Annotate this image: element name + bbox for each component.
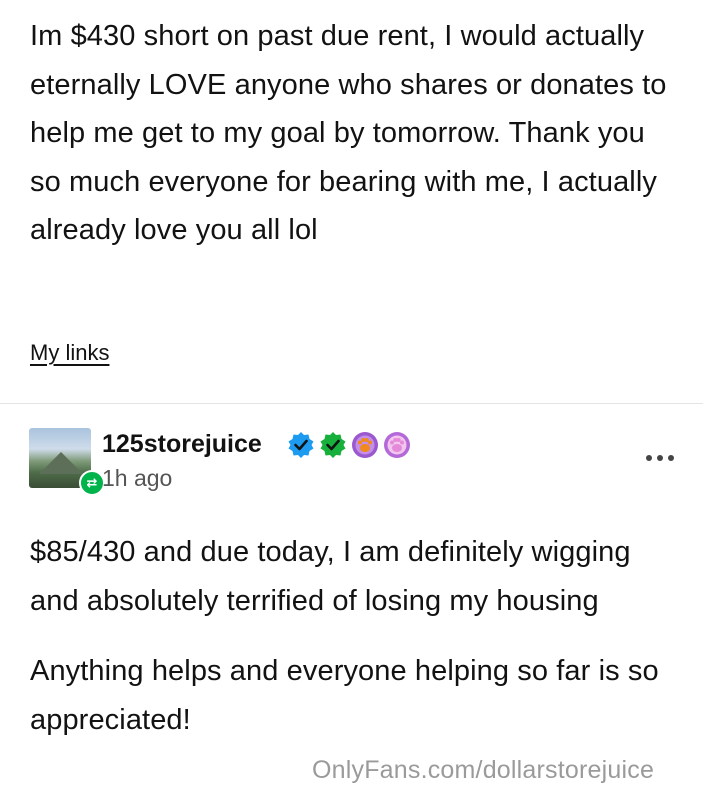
post-page: Im $430 short on past due rent, I would … xyxy=(0,0,703,800)
my-links-link[interactable]: My links xyxy=(30,340,109,366)
post-body-text: Im $430 short on past due rent, I would … xyxy=(30,20,667,246)
post-timestamp: 1h ago xyxy=(102,465,173,491)
verified-blue-check-icon[interactable] xyxy=(287,431,315,459)
verified-green-check-icon[interactable] xyxy=(319,431,347,459)
reblog-paragraph-2: Anything helps and everyone helping so f… xyxy=(30,655,659,736)
avatar-mountain-shape xyxy=(39,452,83,474)
more-dot xyxy=(668,455,674,461)
post-content: Im $430 short on past due rent, I would … xyxy=(30,12,680,255)
paw-orange-icon[interactable] xyxy=(351,431,379,459)
user-badges xyxy=(287,430,411,460)
watermark-text: OnlyFans.com/dollarstorejuice xyxy=(312,756,655,784)
reblog-content: $85/430 and due today, I am definitely w… xyxy=(30,528,680,744)
more-dot xyxy=(646,455,652,461)
paw-pink-icon[interactable] xyxy=(383,431,411,459)
more-options-icon[interactable] xyxy=(640,446,680,470)
username-link[interactable]: 125storejuice xyxy=(102,428,262,460)
reblog-header: ⇄ 125storejuice 1h ago xyxy=(29,428,679,496)
more-dot xyxy=(657,455,663,461)
reblog-divider xyxy=(0,403,703,404)
reblog-paragraph-1: $85/430 and due today, I am definitely w… xyxy=(30,536,631,617)
